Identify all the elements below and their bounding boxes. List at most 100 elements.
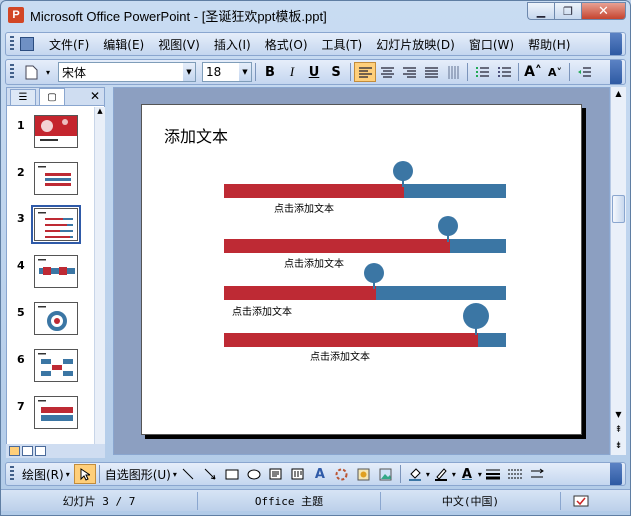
draw-menu-button[interactable]: 绘图(R) — [20, 466, 66, 483]
line-color-icon[interactable] — [430, 464, 452, 484]
row-label[interactable]: 点击添加文本 — [284, 255, 344, 270]
autoshapes-menu-button[interactable]: 自选图形(U) — [103, 466, 173, 483]
progress-bar-row-2[interactable] — [224, 239, 506, 253]
menu-slideshow[interactable]: 幻灯片放映(D) — [369, 36, 462, 53]
align-right-icon[interactable] — [398, 62, 420, 82]
shrink-font-button[interactable]: A˅ — [544, 62, 566, 82]
line-tool-icon[interactable] — [177, 464, 199, 484]
menu-window[interactable]: 窗口(W) — [462, 36, 521, 53]
close-icon[interactable]: ✕ — [90, 89, 100, 103]
thumbnail-item[interactable]: 3 — [7, 205, 95, 248]
menu-help[interactable]: 帮助(H) — [521, 36, 577, 53]
slide-scrollbar[interactable]: ▲ ▼ ⇞ ⇟ — [610, 87, 626, 455]
fill-color-icon[interactable] — [404, 464, 426, 484]
underline-button[interactable]: U — [303, 62, 325, 82]
menu-edit[interactable]: 编辑(E) — [96, 36, 151, 53]
align-center-icon[interactable] — [376, 62, 398, 82]
select-pointer-icon[interactable] — [73, 464, 96, 484]
thumbnail-item[interactable]: 2 — [7, 162, 95, 202]
menu-view[interactable]: 视图(V) — [151, 36, 207, 53]
toolbar-grip[interactable] — [10, 64, 14, 80]
slide-thumbnail[interactable] — [34, 349, 78, 382]
arrow-style-icon[interactable] — [526, 464, 548, 484]
insert-picture-icon[interactable] — [375, 464, 397, 484]
thumbnail-item[interactable]: 6 — [7, 349, 95, 389]
thumbnail-item[interactable]: 7 — [7, 396, 95, 436]
menu-file[interactable]: 文件(F) — [42, 36, 96, 53]
thumbnail-item[interactable]: 4 — [7, 255, 95, 295]
slide-thumbnail[interactable] — [34, 302, 78, 335]
align-left-icon[interactable] — [354, 62, 376, 82]
minimize-button[interactable]: ▁ — [527, 2, 554, 20]
progress-bar-row-1[interactable] — [224, 184, 506, 198]
thumbnail-scrollbar[interactable]: ▲ ▼ — [94, 107, 105, 455]
powerpoint-icon[interactable]: P — [8, 7, 24, 23]
font-name-select[interactable]: 宋体 ▼ — [58, 62, 196, 82]
title-bar[interactable]: P Microsoft Office PowerPoint - [圣诞狂欢ppt… — [1, 1, 630, 29]
slide-thumbnail-selected[interactable] — [31, 205, 81, 244]
progress-bar-row-4[interactable] — [224, 333, 506, 347]
grow-font-button[interactable]: A˄ — [522, 62, 544, 82]
previous-slide-icon[interactable]: ⇞ — [611, 425, 626, 435]
toolbar-options-icon[interactable] — [610, 463, 622, 485]
toolbar-options-icon[interactable] — [610, 60, 622, 84]
slide-thumbnail[interactable] — [34, 396, 78, 429]
location-pin-marker[interactable] — [463, 303, 489, 335]
font-size-select[interactable]: 18 ▼ — [202, 62, 252, 82]
vertical-textbox-icon[interactable] — [287, 464, 309, 484]
slide-thumbnail[interactable] — [34, 115, 78, 148]
row-label[interactable]: 点击添加文本 — [232, 303, 292, 318]
slides-tab[interactable]: ▢ — [39, 88, 65, 105]
scroll-up-icon[interactable]: ▲ — [611, 89, 626, 98]
chevron-down-icon[interactable]: ▼ — [183, 63, 195, 81]
thumbnail-item[interactable]: 1 — [7, 115, 95, 155]
row-label[interactable]: 点击添加文本 — [274, 200, 334, 215]
line-style-icon[interactable] — [482, 464, 504, 484]
slide-thumbnail[interactable] — [34, 162, 78, 195]
font-color-icon[interactable]: A — [456, 464, 478, 484]
location-pin-marker[interactable] — [364, 263, 384, 289]
normal-view-icon[interactable] — [9, 446, 20, 456]
menu-tools[interactable]: 工具(T) — [315, 36, 370, 53]
menu-format[interactable]: 格式(O) — [258, 36, 315, 53]
scroll-up-icon[interactable]: ▲ — [95, 107, 105, 115]
bulleted-list-icon[interactable] — [493, 62, 515, 82]
restore-button[interactable]: ❐ — [554, 2, 581, 20]
location-pin-marker[interactable] — [438, 216, 458, 242]
thumbnail-item[interactable]: 5 — [7, 302, 95, 342]
new-document-icon[interactable] — [20, 62, 42, 82]
textbox-tool-icon[interactable] — [265, 464, 287, 484]
chevron-down-icon[interactable]: ▾ — [66, 470, 70, 479]
numbered-list-icon[interactable] — [471, 62, 493, 82]
spelling-check-icon[interactable] — [561, 492, 601, 510]
slide-canvas[interactable]: 添加文本 点击添加文本 点击添加文本 点击添加文本 点击添加文本 — [141, 104, 582, 435]
clip-art-icon[interactable] — [353, 464, 375, 484]
chevron-down-icon[interactable]: ▼ — [239, 63, 251, 81]
document-icon[interactable] — [20, 37, 34, 51]
slideshow-view-icon[interactable] — [35, 446, 46, 456]
wordart-icon[interactable]: A — [309, 464, 331, 484]
row-label[interactable]: 点击添加文本 — [310, 348, 370, 363]
toolbar-grip[interactable] — [10, 36, 14, 52]
toolbar-options-icon[interactable] — [610, 33, 622, 55]
scroll-thumb[interactable] — [612, 195, 625, 223]
progress-bar-row-3[interactable] — [224, 286, 506, 300]
location-pin-marker[interactable] — [393, 161, 413, 187]
text-direction-icon[interactable] — [442, 62, 464, 82]
toolbar-grip[interactable] — [10, 466, 14, 482]
close-button[interactable]: ✕ — [581, 2, 626, 20]
scroll-down-icon[interactable]: ▼ — [611, 410, 626, 419]
decrease-indent-icon[interactable] — [573, 62, 595, 82]
outline-tab[interactable]: ☰ — [10, 89, 36, 105]
rectangle-tool-icon[interactable] — [221, 464, 243, 484]
next-slide-icon[interactable]: ⇟ — [611, 441, 626, 451]
diagram-tool-icon[interactable] — [331, 464, 353, 484]
slide-thumbnail[interactable] — [34, 255, 78, 288]
shadow-button[interactable]: S — [325, 62, 347, 82]
slide-sorter-icon[interactable] — [22, 446, 33, 456]
menu-insert[interactable]: 插入(I) — [207, 36, 258, 53]
italic-button[interactable]: I — [281, 62, 303, 82]
dash-style-icon[interactable] — [504, 464, 526, 484]
toolbar-dropdown-arrow-icon[interactable]: ▾ — [42, 62, 54, 82]
distribute-horizontal-icon[interactable] — [420, 62, 442, 82]
